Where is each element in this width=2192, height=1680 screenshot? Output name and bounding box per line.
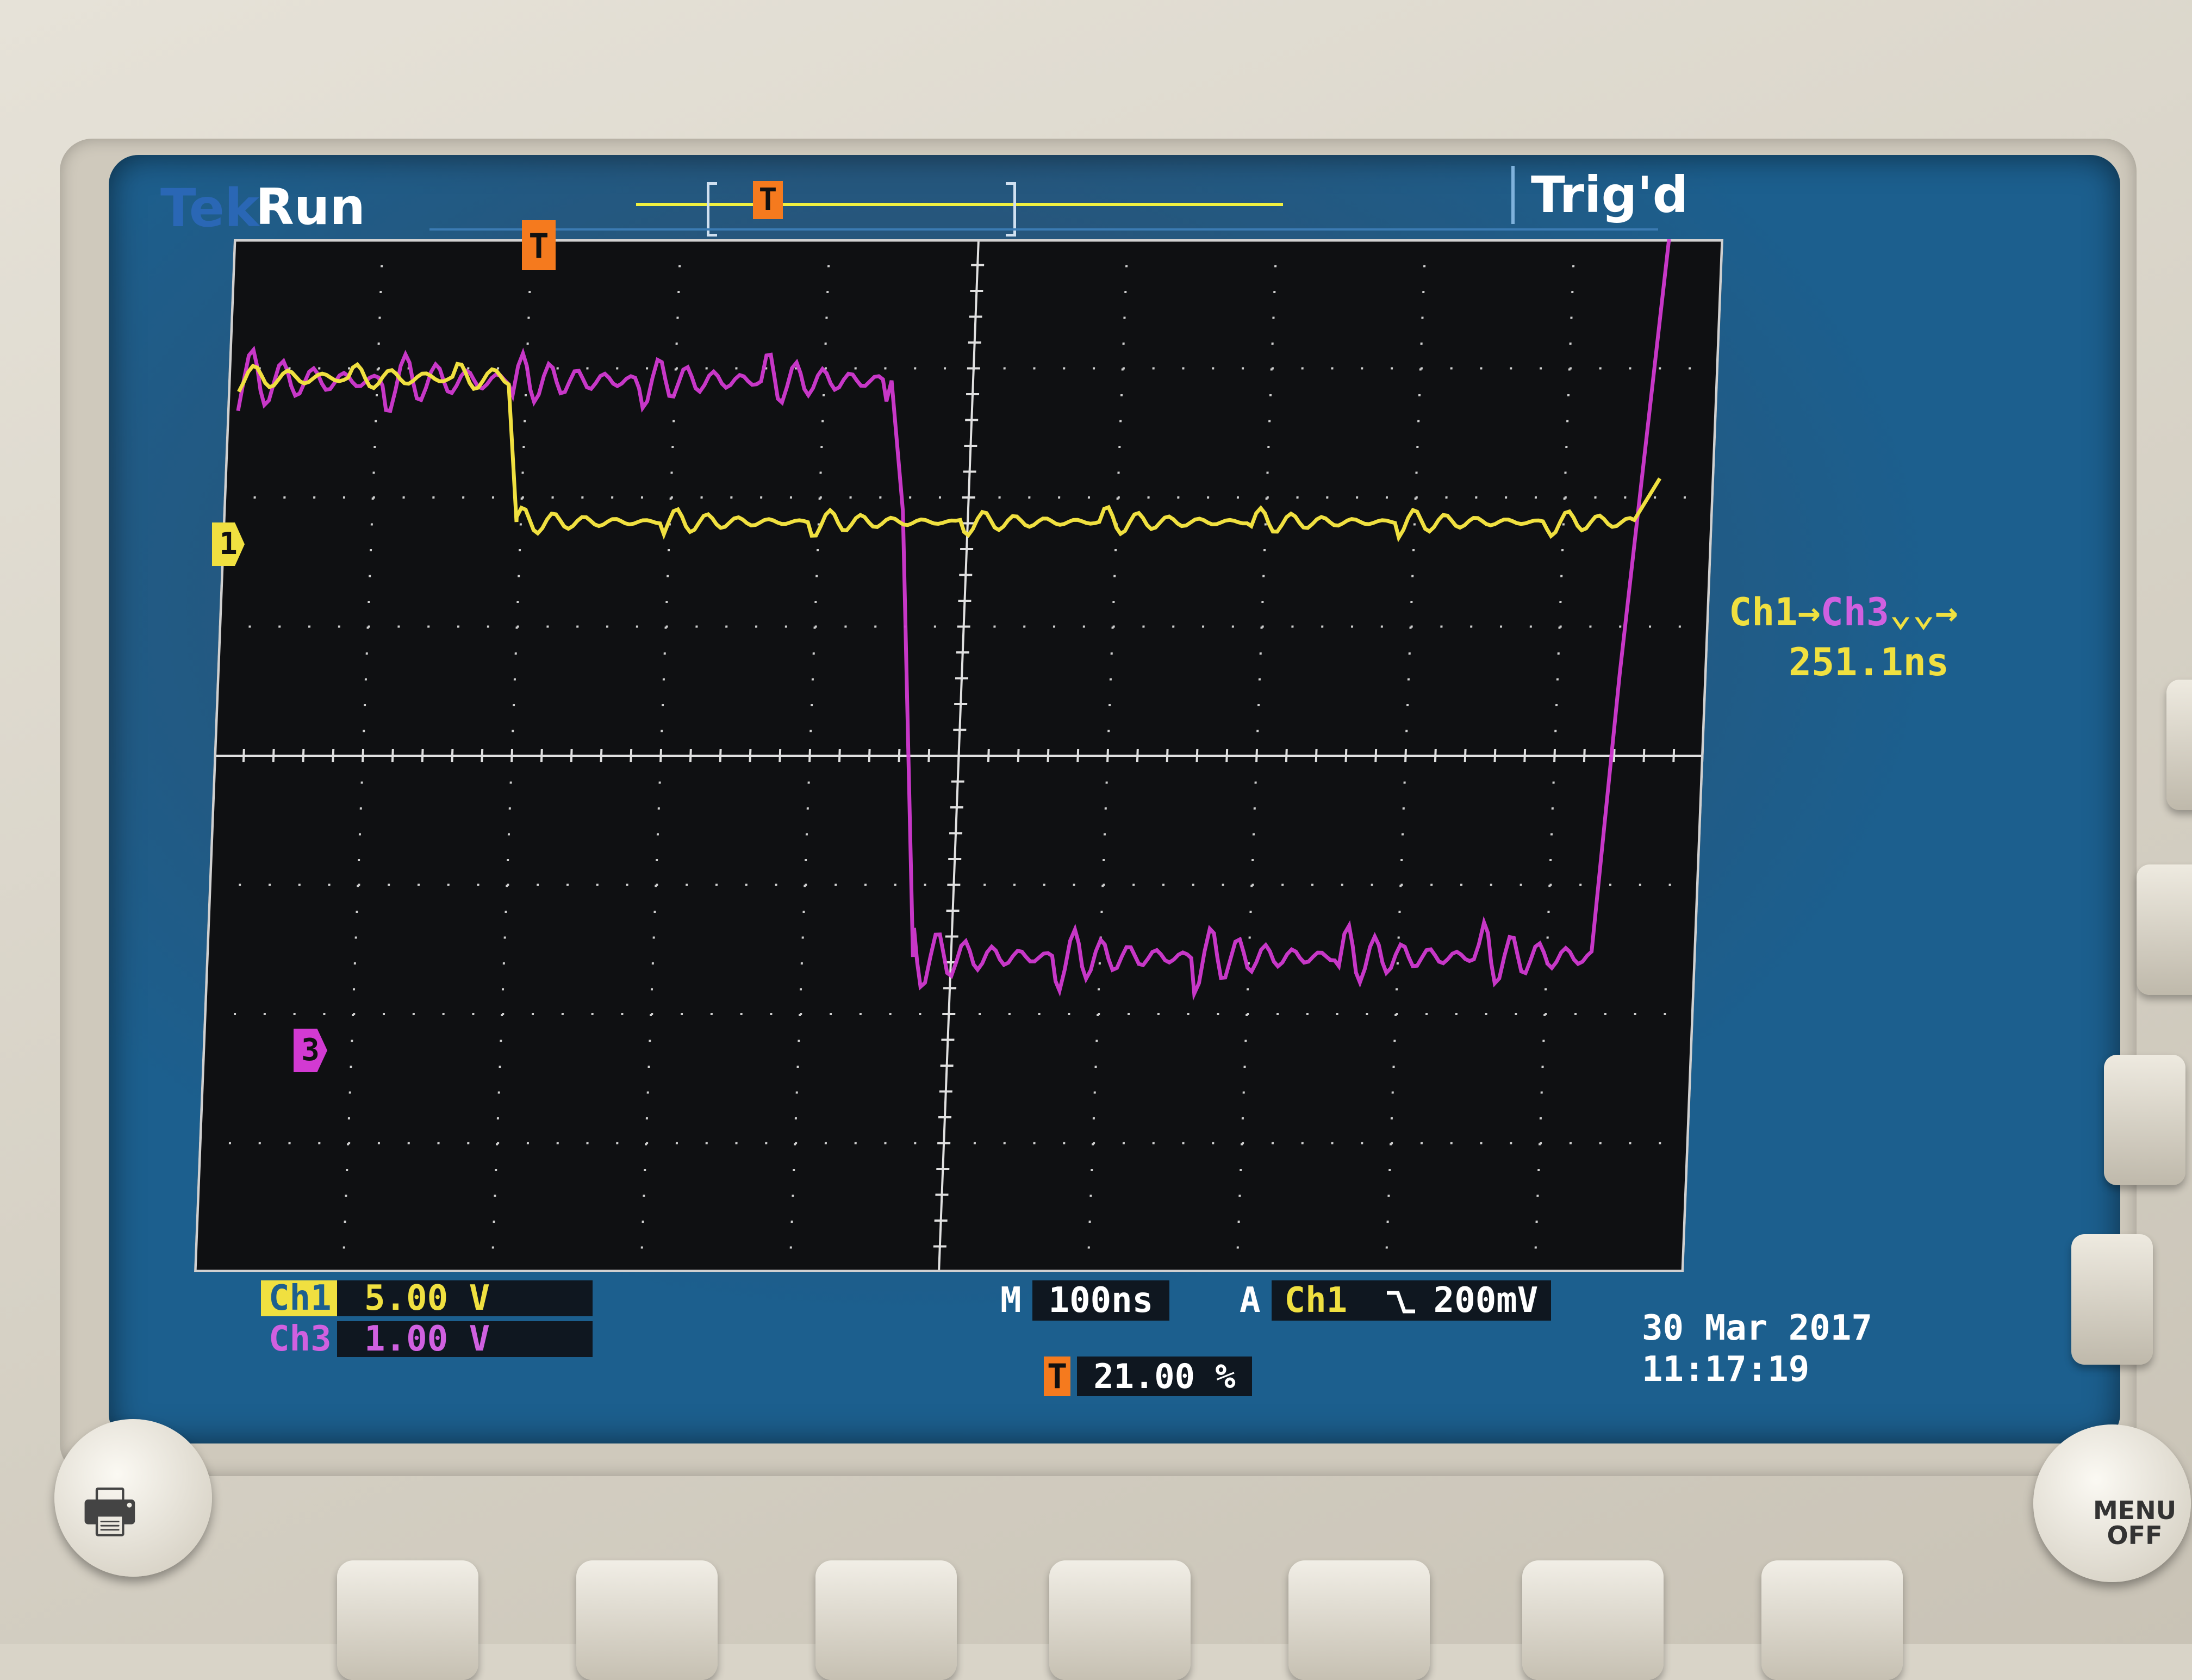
record-view-bar xyxy=(636,203,1283,206)
trigger-position-readout: T 21.00 % xyxy=(1044,1357,1252,1396)
bottom-menu-button-4[interactable] xyxy=(1049,1560,1191,1680)
haxis-tick xyxy=(1225,749,1229,762)
menu-off-label: MENU OFF xyxy=(2093,1496,2177,1550)
haxis-tick xyxy=(1255,749,1258,762)
measurement-readout: Ch1→Ch3⌄⌄→ 251.1ns xyxy=(1729,590,2120,685)
haxis-tick xyxy=(838,749,841,762)
haxis-tick xyxy=(1642,749,1646,762)
waveform-display xyxy=(194,239,1724,1272)
ch3-waveform xyxy=(236,239,1671,1001)
measurement-label: Ch1→Ch3⌄⌄→ xyxy=(1729,590,1958,634)
settings-footer: Ch1 5.00 V Ch3 1.00 V M 100ns A Ch1 200mV … xyxy=(109,1275,2120,1443)
haxis-tick xyxy=(1106,749,1109,762)
ch3-scale: 1.00 V xyxy=(337,1321,593,1357)
trigger-position-badge: T xyxy=(1044,1357,1071,1396)
side-menu-button-2[interactable] xyxy=(2137,864,2192,995)
haxis-tick xyxy=(272,749,275,762)
haxis-tick xyxy=(1285,749,1288,762)
side-menu-button-3[interactable] xyxy=(2104,1055,2185,1185)
haxis-tick xyxy=(1404,749,1407,762)
acquisition-status: Run xyxy=(256,178,365,236)
haxis-tick xyxy=(1374,749,1378,762)
bottom-menu-button-6[interactable] xyxy=(1522,1560,1664,1680)
bottom-menu-button-5[interactable] xyxy=(1288,1560,1430,1680)
haxis-tick xyxy=(808,749,811,762)
haxis-tick xyxy=(719,749,722,762)
haxis-tick xyxy=(540,749,543,762)
haxis-tick xyxy=(570,749,573,762)
haxis-tick xyxy=(1583,749,1586,762)
haxis-tick xyxy=(1523,749,1527,762)
brand-logo: Tek xyxy=(160,178,259,239)
measurement-value: 251.1ns xyxy=(1789,640,1950,685)
falling-edge-icon xyxy=(1386,1291,1415,1314)
date-time: 30 Mar 2017 11:17:19 xyxy=(1642,1308,1872,1390)
trigger-point-marker: T xyxy=(522,220,556,270)
haxis-tick xyxy=(689,749,692,762)
haxis-tick xyxy=(1464,749,1467,762)
bottom-menu-button-1[interactable] xyxy=(337,1560,478,1680)
haxis-tick xyxy=(1017,749,1020,762)
bottom-menu-button-7[interactable] xyxy=(1761,1560,1903,1680)
trigger-readout: A Ch1 200mV xyxy=(1240,1280,1552,1321)
ch1-label: Ch1 xyxy=(261,1280,339,1316)
printer-icon: 🖶 xyxy=(82,1476,138,1546)
haxis-tick xyxy=(1553,749,1556,762)
oscilloscope-screen: Tek Run T Trig'd T 1 3 Ch1→Ch3⌄⌄→ 251.1n… xyxy=(109,155,2120,1443)
timebase-readout: M 100ns xyxy=(1000,1280,1170,1321)
trigger-position-icon: T xyxy=(753,181,783,219)
haxis-tick xyxy=(1166,749,1169,762)
bottom-menu-button-2[interactable] xyxy=(576,1560,718,1680)
haxis-tick xyxy=(421,749,424,762)
side-menu-button-4[interactable] xyxy=(2071,1234,2153,1365)
haxis-tick xyxy=(1136,749,1139,762)
ch1-scale: 5.00 V xyxy=(337,1280,593,1316)
bottom-menu-button-3[interactable] xyxy=(815,1560,957,1680)
haxis-tick xyxy=(1434,749,1437,762)
status-header: Tek Run T Trig'd xyxy=(109,155,2120,242)
haxis-tick xyxy=(1612,749,1616,762)
haxis-tick xyxy=(868,749,871,762)
ch3-label: Ch3 xyxy=(269,1319,332,1359)
waveform-graticule xyxy=(194,239,1724,1272)
haxis-tick xyxy=(1672,749,1676,762)
haxis-tick xyxy=(1493,749,1497,762)
side-menu-button-1[interactable] xyxy=(2166,680,2192,810)
haxis-tick xyxy=(1315,749,1318,762)
haxis-tick xyxy=(987,749,990,762)
trigger-status: Trig'd xyxy=(1511,166,1688,224)
